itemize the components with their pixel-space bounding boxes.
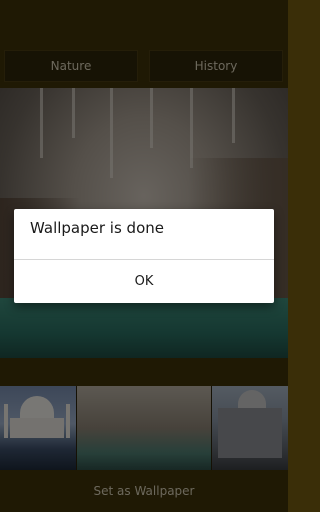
dialog-ok-label: OK (134, 274, 154, 289)
dialog-ok-button[interactable]: OK (14, 260, 274, 303)
wallpaper-done-dialog: Wallpaper is done OK (14, 209, 274, 303)
dialog-message: Wallpaper is done (30, 219, 164, 237)
